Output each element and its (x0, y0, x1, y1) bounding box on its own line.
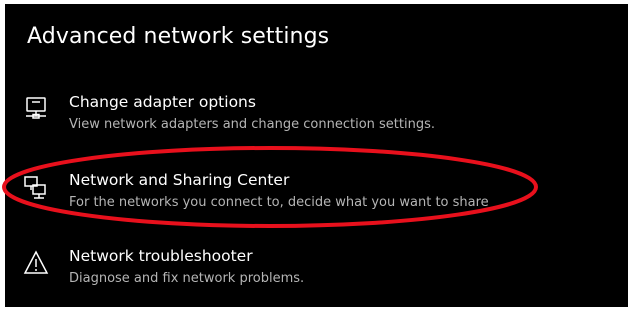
item-description: For the networks you connect to, decide … (69, 195, 489, 210)
item-title: Network troubleshooter (69, 247, 253, 265)
network-sharing-icon (23, 174, 49, 200)
item-description: Diagnose and fix network problems. (69, 271, 305, 286)
item-title: Change adapter options (69, 93, 256, 111)
monitor-network-icon (23, 96, 49, 122)
warning-icon (23, 250, 49, 276)
change-adapter-options-link[interactable]: Change adapter options View network adap… (5, 93, 628, 143)
item-description: View network adapters and change connect… (69, 117, 435, 132)
page-heading: Advanced network settings (27, 24, 330, 49)
item-title: Network and Sharing Center (69, 171, 290, 189)
settings-panel: Advanced network settings Change adapter… (5, 4, 628, 307)
network-and-sharing-center-link[interactable]: Network and Sharing Center For the netwo… (5, 171, 628, 221)
network-troubleshooter-link[interactable]: Network troubleshooter Diagnose and fix … (5, 247, 628, 297)
